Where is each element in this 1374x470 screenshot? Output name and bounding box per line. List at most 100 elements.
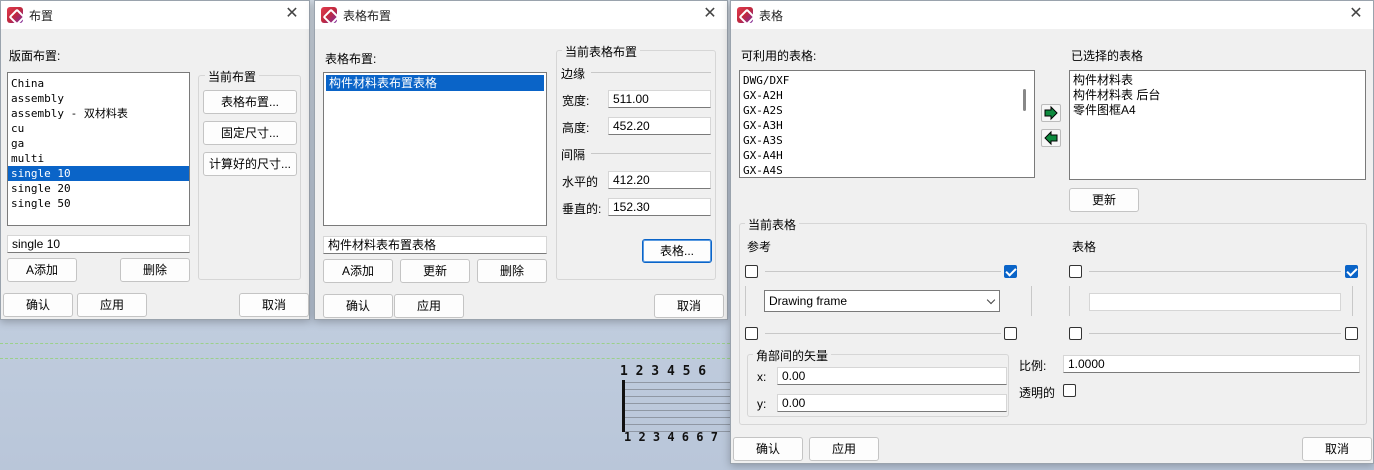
margin-label: 边缘 — [561, 67, 586, 81]
tables-titlebar: 表格 ✕ — [731, 1, 1373, 29]
scale-label: 比例: — [1019, 359, 1047, 373]
close-icon[interactable]: ✕ — [1347, 5, 1365, 23]
list-item[interactable]: GX-A3S — [740, 133, 1034, 148]
current-table-group-title: 当前表格 — [745, 216, 800, 233]
list-item[interactable]: assembly - 双材料表 — [8, 106, 189, 121]
list-item-selected[interactable]: 构件材料表布置表格 — [326, 75, 544, 91]
tables-button[interactable]: 表格... — [642, 239, 712, 263]
remove-from-selected-button[interactable] — [1041, 129, 1061, 147]
table-layout-titlebar: 表格布置 ✕ — [315, 1, 727, 29]
table-name-field[interactable] — [1089, 293, 1341, 311]
delete-button[interactable]: 删除 — [120, 258, 190, 282]
layout-listbox[interactable]: China assembly assembly - 双材料表 cu ga mul… — [7, 72, 190, 226]
close-icon[interactable]: ✕ — [283, 5, 301, 23]
separator — [1352, 286, 1353, 316]
table-top-left-checkbox[interactable] — [1069, 265, 1082, 278]
fixed-size-button[interactable]: 固定尺寸... — [203, 121, 297, 145]
y-input[interactable]: 0.00 — [777, 394, 1007, 412]
table-layout-listbox[interactable]: 构件材料表布置表格 — [323, 72, 547, 226]
reference-top-right-checkbox[interactable] — [1004, 265, 1017, 278]
frame-hatch — [622, 380, 730, 432]
ok-button[interactable]: 确认 — [3, 293, 73, 317]
table-layout-button[interactable]: 表格布置... — [203, 90, 297, 114]
separator — [591, 72, 711, 73]
apply-button[interactable]: 应用 — [809, 437, 879, 461]
table-layout-name-input[interactable]: 构件材料表布置表格 — [323, 236, 547, 254]
ok-button[interactable]: 确认 — [733, 437, 803, 461]
list-item[interactable]: GX-A2S — [740, 103, 1034, 118]
scale-input[interactable]: 1.0000 — [1063, 355, 1360, 373]
width-input[interactable]: 511.00 — [608, 90, 711, 108]
app-icon — [7, 7, 23, 23]
separator — [591, 153, 711, 154]
arrow-right-icon — [1044, 105, 1058, 121]
close-icon[interactable]: ✕ — [701, 5, 719, 23]
selected-tables-listbox[interactable]: 构件材料表 构件材料表 后台 零件图框A4 — [1069, 70, 1366, 180]
list-item[interactable]: GX-A4H — [740, 148, 1034, 163]
available-tables-listbox[interactable]: DWG/DXF GX-A2H GX-A2S GX-A3H GX-A3S GX-A… — [739, 70, 1035, 178]
app-icon — [321, 7, 337, 23]
list-item[interactable]: single 20 — [8, 181, 189, 196]
chevron-down-icon — [986, 295, 996, 305]
update-button[interactable]: 更新 — [1069, 188, 1139, 212]
tables-dialog: 表格 ✕ 可利用的表格: DWG/DXF GX-A2H GX-A2S GX-A3… — [730, 0, 1374, 464]
vertical-input[interactable]: 152.30 — [608, 198, 711, 216]
reference-bottom-left-checkbox[interactable] — [745, 327, 758, 340]
table-layout-list-label: 表格布置: — [325, 52, 377, 66]
list-item[interactable]: GX-A3H — [740, 118, 1034, 133]
ok-button[interactable]: 确认 — [323, 294, 393, 318]
reference-label: 参考 — [747, 240, 772, 254]
selected-tables-label: 已选择的表格 — [1071, 49, 1144, 63]
list-item[interactable]: 构件材料表 后台 — [1070, 88, 1365, 103]
table-bottom-left-checkbox[interactable] — [1069, 327, 1082, 340]
apply-button[interactable]: 应用 — [77, 293, 147, 317]
x-input[interactable]: 0.00 — [777, 367, 1007, 385]
x-label: x: — [757, 370, 767, 384]
layout-list-label: 版面布置: — [9, 49, 61, 63]
tables-title: 表格 — [759, 9, 784, 23]
list-item[interactable]: cu — [8, 121, 189, 136]
list-item[interactable]: ga — [8, 136, 189, 151]
layout-name-input[interactable]: single 10 — [7, 235, 190, 253]
list-item[interactable]: GX-A4S — [740, 163, 1034, 177]
table-bottom-right-checkbox[interactable] — [1345, 327, 1358, 340]
add-to-selected-button[interactable] — [1041, 104, 1061, 122]
separator — [745, 286, 746, 316]
available-tables-label: 可利用的表格: — [741, 49, 817, 63]
corner-vector-title: 角部间的矢量 — [753, 347, 832, 364]
apply-button[interactable]: 应用 — [394, 294, 464, 318]
list-item[interactable]: multi — [8, 151, 189, 166]
layout-titlebar: 布置 ✕ — [1, 1, 309, 29]
frame-bottom-numbers: 1 2 3 4 6 6 7 — [624, 430, 718, 444]
add-button[interactable]: A添加 — [323, 259, 393, 283]
cancel-button[interactable]: 取消 — [1302, 437, 1372, 461]
table-layout-title: 表格布置 — [343, 9, 392, 23]
list-item-selected[interactable]: single 10 — [8, 166, 189, 181]
table-layout-dialog: 表格布置 ✕ 表格布置: 构件材料表布置表格 构件材料表布置表格 A添加 更新 … — [314, 0, 728, 320]
list-item[interactable]: single 50 — [8, 196, 189, 211]
delete-button[interactable]: 删除 — [477, 259, 547, 283]
add-button[interactable]: A添加 — [7, 258, 77, 282]
cancel-button[interactable]: 取消 — [654, 294, 724, 318]
list-item[interactable]: China — [8, 76, 189, 91]
scrollbar-thumb[interactable] — [1023, 89, 1026, 111]
reference-bottom-right-checkbox[interactable] — [1004, 327, 1017, 340]
reference-dropdown[interactable]: Drawing frame — [764, 290, 1000, 312]
list-item[interactable]: 构件材料表 — [1070, 73, 1365, 88]
dashed-guide-line — [0, 343, 740, 344]
reference-top-left-checkbox[interactable] — [745, 265, 758, 278]
horizontal-input[interactable]: 412.20 — [608, 171, 711, 189]
list-item[interactable]: assembly — [8, 91, 189, 106]
calculated-size-button[interactable]: 计算好的尺寸... — [203, 152, 297, 176]
list-item[interactable]: DWG/DXF — [740, 73, 1034, 88]
list-item[interactable]: 零件图框A4 — [1070, 103, 1365, 118]
cancel-button[interactable]: 取消 — [239, 293, 309, 317]
update-button[interactable]: 更新 — [400, 259, 470, 283]
list-item[interactable]: GX-A2H — [740, 88, 1034, 103]
separator — [765, 271, 1001, 272]
width-label: 宽度: — [562, 94, 590, 108]
height-input[interactable]: 452.20 — [608, 117, 711, 135]
frame-top-numbers: 1 2 3 4 5 6 — [620, 364, 707, 379]
transparent-checkbox[interactable] — [1063, 384, 1076, 397]
table-top-right-checkbox[interactable] — [1345, 265, 1358, 278]
